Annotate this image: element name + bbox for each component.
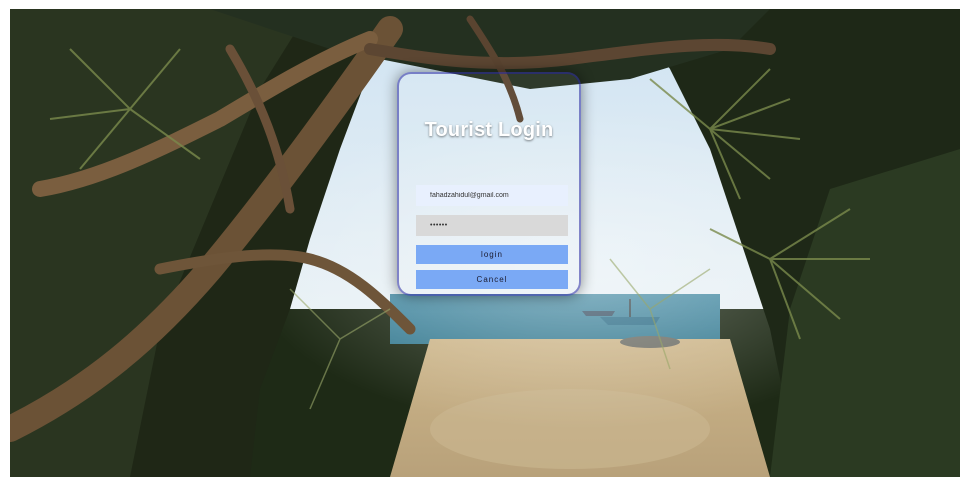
- login-card: Tourist Login login Cancel: [397, 72, 581, 296]
- page-frame: Tourist Login login Cancel: [0, 0, 967, 480]
- password-field[interactable]: [416, 215, 568, 236]
- email-field[interactable]: [416, 185, 568, 206]
- login-button[interactable]: login: [416, 245, 568, 264]
- cancel-button[interactable]: Cancel: [416, 270, 568, 289]
- login-title: Tourist Login: [424, 119, 554, 141]
